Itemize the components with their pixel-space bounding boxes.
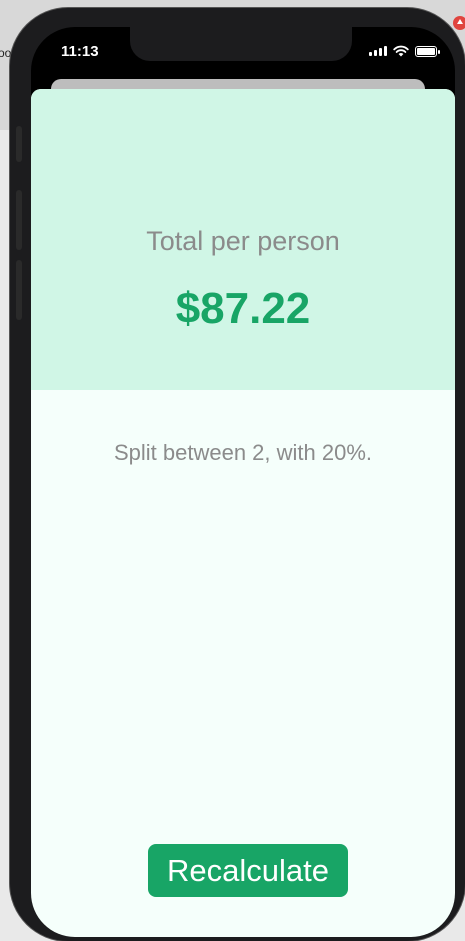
result-sheet: Total per person $87.22 Split between 2,… — [31, 89, 455, 937]
notch — [130, 27, 352, 61]
split-settings-text: Split between 2, with 20%. — [113, 440, 373, 465]
host-upload-icon[interactable] — [453, 16, 465, 30]
wifi-icon — [393, 45, 409, 57]
phone-frame: 11:13 Total per person $87.22 Split betw… — [10, 8, 465, 941]
total-amount: $87.22 — [175, 284, 311, 333]
recalculate-button[interactable]: Recalculate — [148, 844, 348, 897]
result-panel: Total per person $87.22 — [31, 89, 455, 390]
status-time: 11:13 — [61, 43, 99, 60]
signal-icon — [369, 46, 387, 56]
phone-screen: 11:13 Total per person $87.22 Split betw… — [31, 27, 455, 937]
battery-icon — [415, 45, 440, 57]
total-per-person-label: Total per person — [146, 226, 340, 256]
volume-down-button — [16, 260, 22, 320]
volume-up-button — [16, 190, 22, 250]
mute-switch — [16, 126, 22, 162]
status-icons — [369, 45, 440, 57]
